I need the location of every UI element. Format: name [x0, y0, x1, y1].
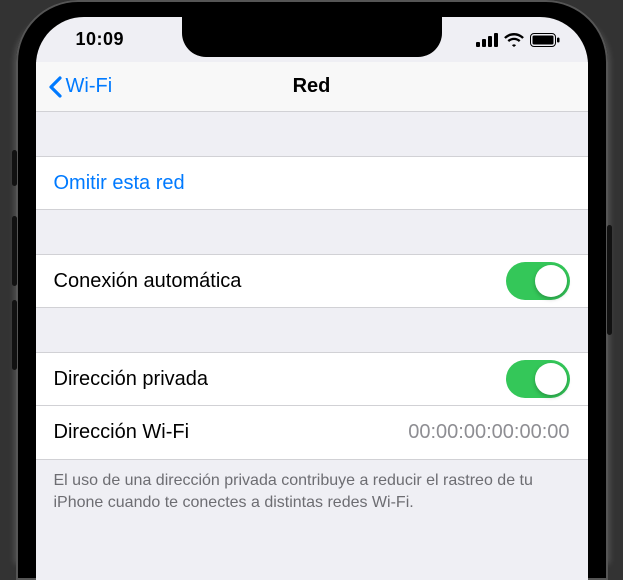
chevron-left-icon [48, 76, 62, 98]
phone-frame: 10:09 Wi-Fi Red Omitir esta red Conexión… [16, 0, 608, 580]
volume-up [12, 216, 17, 286]
private-address-row: Dirección privada [36, 352, 588, 406]
section-gap [36, 112, 588, 156]
auto-join-label: Conexión automática [54, 270, 506, 293]
section-gap [36, 308, 588, 352]
private-address-label: Dirección privada [54, 368, 506, 391]
power-button [607, 225, 612, 335]
wifi-address-label: Dirección Wi-Fi [54, 421, 409, 444]
status-time: 10:09 [76, 29, 125, 50]
volume-down [12, 300, 17, 370]
forget-network-button[interactable]: Omitir esta red [36, 156, 588, 210]
wifi-address-row: Dirección Wi-Fi 00:00:00:00:00:00 [36, 406, 588, 460]
private-address-footer: El uso de una dirección privada contribu… [36, 460, 588, 513]
battery-icon [530, 33, 560, 47]
wifi-address-value: 00:00:00:00:00:00 [408, 421, 569, 444]
cellular-icon [476, 33, 498, 47]
nav-bar: Wi-Fi Red [36, 62, 588, 112]
status-icons [476, 33, 560, 47]
forget-network-label: Omitir esta red [54, 172, 185, 195]
notch [182, 17, 442, 57]
screen: 10:09 Wi-Fi Red Omitir esta red Conexión… [36, 17, 588, 580]
private-address-toggle[interactable] [506, 360, 570, 398]
auto-join-toggle[interactable] [506, 262, 570, 300]
section-gap [36, 210, 588, 254]
wifi-icon [504, 33, 524, 47]
auto-join-row: Conexión automática [36, 254, 588, 308]
page-title: Red [36, 75, 588, 98]
back-label: Wi-Fi [66, 75, 113, 98]
back-button[interactable]: Wi-Fi [36, 75, 113, 98]
mute-switch [12, 150, 17, 186]
